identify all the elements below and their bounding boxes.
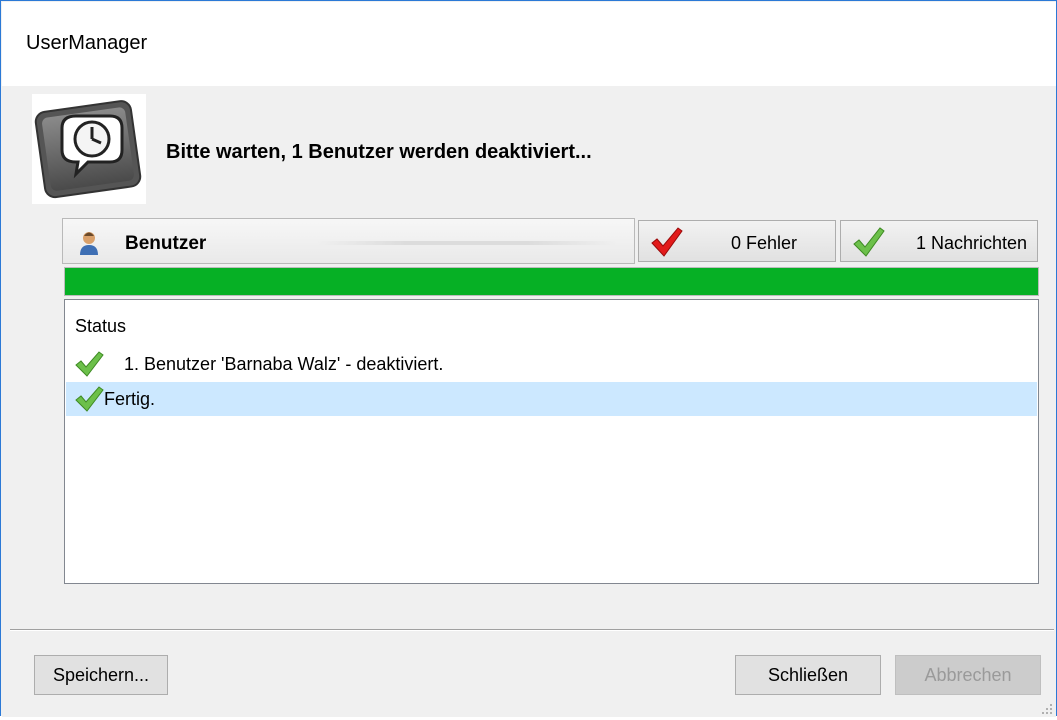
progress-bar-fill xyxy=(65,268,1038,295)
title-bar[interactable]: UserManager xyxy=(2,2,1056,86)
user-icon xyxy=(79,231,99,255)
clock-speech-bubble-icon xyxy=(32,94,146,204)
list-item[interactable]: 1. Benutzer 'Barnaba Walz' - deaktiviert… xyxy=(66,347,1037,381)
list-item-text: Fertig. xyxy=(104,389,156,409)
save-button[interactable]: Speichern... xyxy=(34,655,168,695)
green-check-icon xyxy=(74,350,104,378)
dialog-content: Bitte warten, 1 Benutzer werden deaktivi… xyxy=(2,86,1056,717)
header-divider xyxy=(317,241,617,245)
green-check-icon xyxy=(74,385,104,413)
user-column-header: Benutzer xyxy=(62,218,635,264)
list-item-text: 1. Benutzer 'Barnaba Walz' - deaktiviert… xyxy=(124,354,444,374)
messages-count-label: 1 Nachrichten xyxy=(915,233,1027,253)
status-list[interactable]: Status 1. Benutzer 'Barnaba Walz' - deak… xyxy=(64,299,1039,584)
errors-count-label: 0 Fehler xyxy=(730,233,797,253)
green-check-icon xyxy=(851,225,885,259)
usermanager-window: UserManager Bitte warten, 1 Benutzer wer… xyxy=(0,0,1057,717)
close-button[interactable]: Schließen xyxy=(735,655,881,695)
messages-filter-button[interactable]: 1 Nachrichten xyxy=(840,220,1038,262)
status-list-header: Status xyxy=(75,316,127,336)
red-check-icon xyxy=(649,225,683,259)
footer-divider xyxy=(10,629,1054,631)
errors-filter-button[interactable]: 0 Fehler xyxy=(638,220,836,262)
status-message: Bitte warten, 1 Benutzer werden deaktivi… xyxy=(166,141,592,163)
list-item[interactable]: Fertig. xyxy=(66,382,1037,416)
user-column-label: Benutzer xyxy=(125,233,207,254)
resize-grip-icon[interactable] xyxy=(1041,702,1053,714)
list-header-row: Benutzer 0 Fehler 1 Nachrichten xyxy=(62,218,1040,264)
progress-bar xyxy=(64,267,1039,296)
cancel-button: Abbrechen xyxy=(895,655,1041,695)
window-title: UserManager xyxy=(26,32,148,54)
